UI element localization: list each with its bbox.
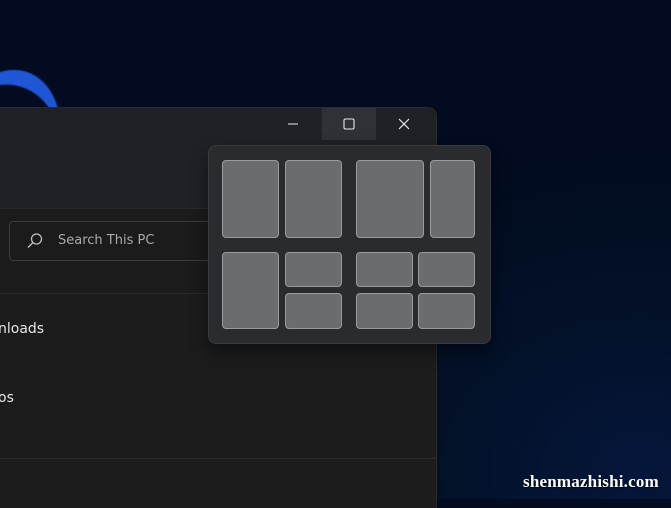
- list-item-downloads[interactable]: nloads: [0, 321, 44, 337]
- maximize-icon: [343, 118, 355, 130]
- snap-layouts-flyout: [208, 145, 491, 344]
- snap-zone-layout4-top-right[interactable]: [418, 252, 475, 287]
- minimize-button[interactable]: [266, 108, 320, 140]
- watermark-text: shenmazhishi.com: [523, 472, 659, 491]
- divider: [0, 458, 436, 459]
- snap-zone-layout3-top-right[interactable]: [285, 252, 342, 287]
- snap-zone-layout1-right[interactable]: [285, 160, 342, 238]
- close-button[interactable]: [377, 108, 431, 140]
- snap-zone-layout3-left[interactable]: [222, 252, 279, 329]
- snap-zone-layout3-bottom-right[interactable]: [285, 293, 342, 329]
- search-box[interactable]: Search This PC: [9, 221, 216, 261]
- search-input[interactable]: Search This PC: [58, 233, 154, 248]
- snap-zone-layout2-right[interactable]: [430, 160, 475, 238]
- list-item-videos[interactable]: os: [0, 390, 14, 406]
- snap-zone-layout4-top-left[interactable]: [356, 252, 413, 287]
- snap-zone-layout4-bottom-right[interactable]: [418, 293, 475, 329]
- snap-zone-layout1-left[interactable]: [222, 160, 279, 238]
- search-icon: [27, 233, 43, 248]
- snap-zone-layout2-left[interactable]: [356, 160, 424, 238]
- list-item-label: nloads: [0, 321, 45, 337]
- minimize-icon: [288, 123, 298, 125]
- maximize-button[interactable]: [322, 108, 376, 140]
- close-icon: [398, 118, 410, 130]
- snap-zone-layout4-bottom-left[interactable]: [356, 293, 413, 329]
- list-item-label: os: [0, 390, 14, 406]
